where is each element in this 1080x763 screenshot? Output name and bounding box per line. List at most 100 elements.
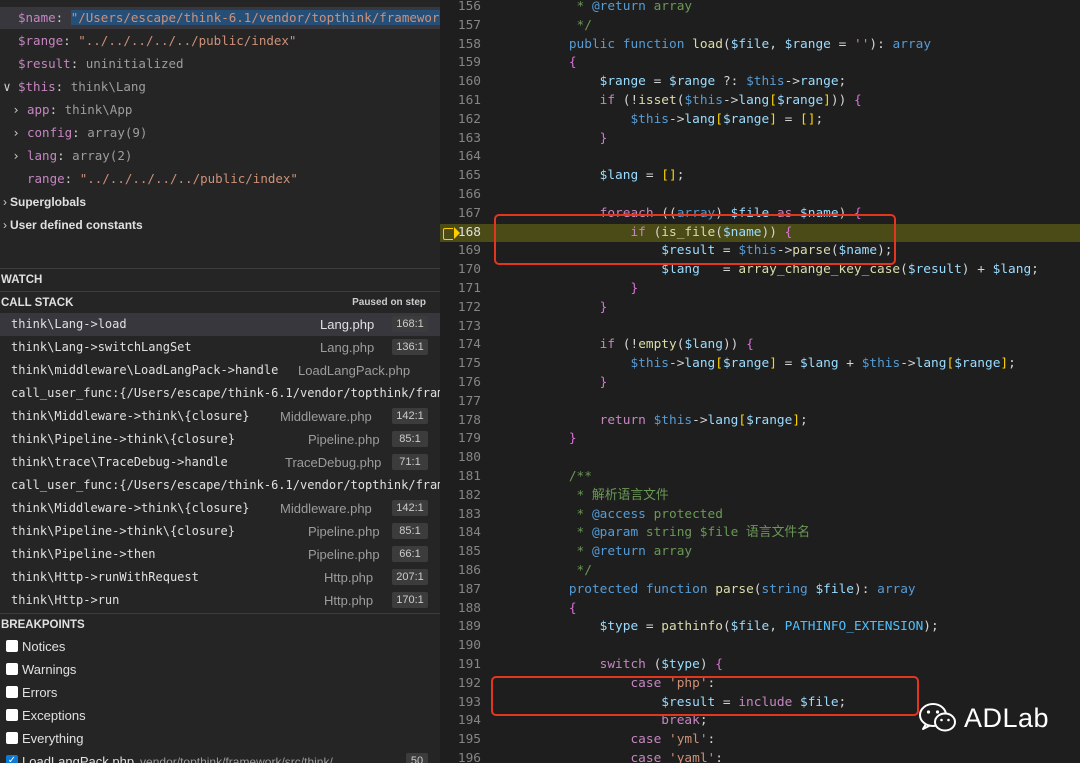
code-line[interactable]: 158 public function load($file, $range =… <box>440 36 1080 55</box>
breakpoint-checkbox[interactable] <box>6 709 18 721</box>
line-number[interactable]: 176 <box>440 374 481 393</box>
line-number[interactable]: 166 <box>440 186 481 205</box>
code-line[interactable]: 185 * @return array <box>440 543 1080 562</box>
code-line[interactable]: 177 <box>440 393 1080 412</box>
chevron-right-icon[interactable]: › <box>9 99 23 121</box>
breakpoint-item[interactable]: Exceptions <box>0 704 440 727</box>
call-stack-frame[interactable]: think\middleware\LoadLangPack->handle Loa… <box>0 359 440 382</box>
code-line[interactable]: 172 } <box>440 299 1080 318</box>
code-line[interactable]: 160 $range = $range ?: $this->range; <box>440 73 1080 92</box>
code-line[interactable]: 166 <box>440 186 1080 205</box>
line-number[interactable]: 180 <box>440 449 481 468</box>
breakpoint-item[interactable]: ✓ LoadLangPack.php vendor/topthink/framewo… <box>0 750 440 763</box>
code-line[interactable]: 187 protected function parse(string $fil… <box>440 581 1080 600</box>
call-stack-frame[interactable]: think\Lang->load Lang.php 168:1 <box>0 313 440 336</box>
code-line[interactable]: 186 */ <box>440 562 1080 581</box>
variable-row-expandable[interactable]: › config: array(9) <box>0 122 440 144</box>
line-number[interactable]: 196 <box>440 750 481 763</box>
line-number[interactable]: 174 <box>440 336 481 355</box>
line-number[interactable]: 172 <box>440 299 481 318</box>
code-line[interactable]: 163 } <box>440 130 1080 149</box>
code-line[interactable]: 165 $lang = []; <box>440 167 1080 186</box>
breakpoint-item[interactable]: Warnings <box>0 658 440 681</box>
line-number[interactable]: 186 <box>440 562 481 581</box>
line-number[interactable]: 170 <box>440 261 481 280</box>
breakpoint-item[interactable]: Errors <box>0 681 440 704</box>
call-stack-frame[interactable]: think\Pipeline->think\{closure} Pipeline.… <box>0 428 440 451</box>
code-line[interactable]: 188 { <box>440 600 1080 619</box>
line-number[interactable]: 178 <box>440 412 481 431</box>
code-line[interactable]: 156 * @return array <box>440 0 1080 17</box>
breakpoints-section-header[interactable]: BREAKPOINTS <box>0 613 440 635</box>
code-line[interactable]: 182 * 解析语言文件 <box>440 487 1080 506</box>
breakpoint-checkbox[interactable] <box>6 732 18 744</box>
call-stack-frame[interactable]: think\Pipeline->think\{closure} Pipeline.… <box>0 520 440 543</box>
line-number[interactable]: 192 <box>440 675 481 694</box>
code-line[interactable]: 180 <box>440 449 1080 468</box>
code-line[interactable]: 183 * @access protected <box>440 506 1080 525</box>
variable-row[interactable]: $result: uninitialized <box>0 53 440 75</box>
line-number[interactable]: 157 <box>440 17 481 36</box>
call-stack-frame[interactable]: think\Pipeline->then Pipeline.php 66:1 <box>0 543 440 566</box>
code-line[interactable]: 159 { <box>440 54 1080 73</box>
line-number[interactable]: 161 <box>440 92 481 111</box>
breakpoint-item[interactable]: Everything <box>0 727 440 750</box>
code-line[interactable]: 171 } <box>440 280 1080 299</box>
line-number[interactable]: 193 <box>440 694 481 713</box>
line-number[interactable]: 177 <box>440 393 481 412</box>
line-number[interactable]: 175 <box>440 355 481 374</box>
breakpoint-checkbox[interactable] <box>6 686 18 698</box>
variable-row[interactable]: range: "../../../../../public/index" <box>0 168 440 190</box>
line-number[interactable]: 156 <box>440 0 481 17</box>
chevron-right-icon[interactable]: › <box>9 145 23 167</box>
line-number[interactable]: 191 <box>440 656 481 675</box>
code-line[interactable]: 176 } <box>440 374 1080 393</box>
code-line[interactable]: 174 if (!empty($lang)) { <box>440 336 1080 355</box>
variable-row-expandable[interactable]: › app: think\App <box>0 99 440 121</box>
chevron-down-icon[interactable]: ∨ <box>0 76 14 98</box>
call-stack-frame[interactable]: think\Http->runWithRequest Http.php 207:1 <box>0 566 440 589</box>
line-number[interactable]: 195 <box>440 731 481 750</box>
call-stack-frame[interactable]: call_user_func:{/Users/escape/think-6.1/… <box>0 474 440 497</box>
variable-row-expandable[interactable]: › lang: array(2) <box>0 145 440 167</box>
call-stack-frame[interactable]: think\Http->run Http.php 170:1 <box>0 589 440 612</box>
line-number[interactable]: 183 <box>440 506 481 525</box>
line-number[interactable]: 158 <box>440 36 481 55</box>
line-number[interactable]: 182 <box>440 487 481 506</box>
code-line[interactable]: 164 <box>440 148 1080 167</box>
code-line[interactable]: 178 return $this->lang[$range]; <box>440 412 1080 431</box>
line-number[interactable]: 184 <box>440 524 481 543</box>
code-line[interactable]: 191 switch ($type) { <box>440 656 1080 675</box>
line-number[interactable]: 171 <box>440 280 481 299</box>
call-stack-frame[interactable]: call_user_func:{/Users/escape/think-6.1/… <box>0 382 440 405</box>
call-stack-frame[interactable]: think\trace\TraceDebug->handle TraceDebug… <box>0 451 440 474</box>
breakpoint-checkbox[interactable]: ✓ <box>6 755 18 763</box>
line-number[interactable]: 162 <box>440 111 481 130</box>
breakpoint-item[interactable]: Notices <box>0 635 440 658</box>
line-number[interactable]: 189 <box>440 618 481 637</box>
code-line[interactable]: 161 if (!isset($this->lang[$range])) { <box>440 92 1080 111</box>
code-line[interactable]: 162 $this->lang[$range] = []; <box>440 111 1080 130</box>
code-line[interactable]: 173 <box>440 318 1080 337</box>
code-line[interactable]: 181 /** <box>440 468 1080 487</box>
line-number[interactable]: 185 <box>440 543 481 562</box>
code-editor[interactable]: 156 * @return array 157 */158 public func… <box>440 0 1080 763</box>
call-stack-section-header[interactable]: CALL STACK Paused on step <box>0 291 440 313</box>
line-number[interactable]: 194 <box>440 712 481 731</box>
line-number[interactable]: 190 <box>440 637 481 656</box>
variable-row-expandable[interactable]: ∨ $this: think\Lang <box>0 76 440 98</box>
variable-group-superglobals[interactable]: › Superglobals <box>0 191 86 213</box>
chevron-right-icon[interactable]: › <box>9 122 23 144</box>
code-line[interactable]: 196 case 'yaml': <box>440 750 1080 763</box>
line-number[interactable]: 179 <box>440 430 481 449</box>
call-stack-frame[interactable]: think\Lang->switchLangSet Lang.php 136:1 <box>0 336 440 359</box>
line-number[interactable]: 188 <box>440 600 481 619</box>
breakpoint-checkbox[interactable] <box>6 640 18 652</box>
line-number[interactable]: 187 <box>440 581 481 600</box>
line-number[interactable]: 163 <box>440 130 481 149</box>
code-line[interactable]: 157 */ <box>440 17 1080 36</box>
variable-row[interactable]: $range: "../../../../../public/index" <box>0 30 440 52</box>
code-line[interactable]: 179 } <box>440 430 1080 449</box>
line-number[interactable]: 165 <box>440 167 481 186</box>
code-line[interactable]: 175 $this->lang[$range] = $lang + $this-… <box>440 355 1080 374</box>
